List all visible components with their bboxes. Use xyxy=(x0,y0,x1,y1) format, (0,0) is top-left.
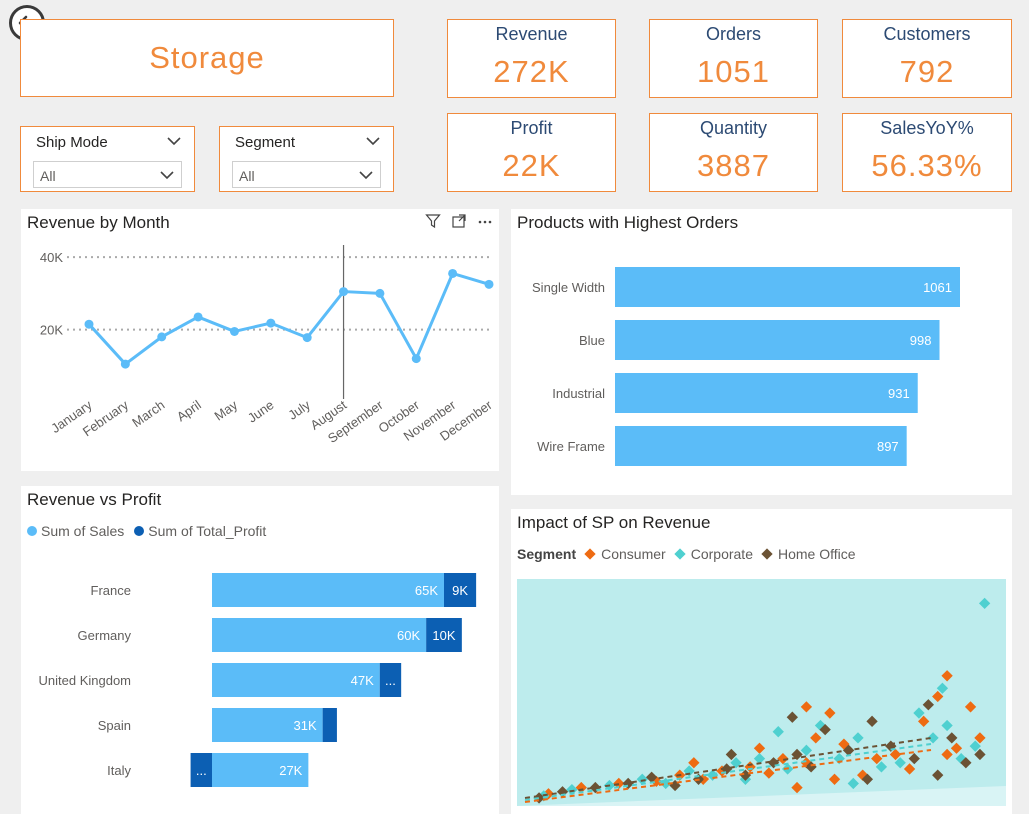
kpi-orders: Orders 1051 xyxy=(649,19,818,98)
ship-mode-dropdown[interactable]: All xyxy=(33,161,182,188)
category-label: Italy xyxy=(107,763,131,778)
y-tick-label: 20K xyxy=(40,323,63,338)
kpi-sales-yoy: SalesYoY% 56.33% xyxy=(842,113,1012,192)
data-point xyxy=(302,333,312,343)
kpi-value: 3887 xyxy=(697,148,770,183)
products-panel[interactable]: Products with Highest Orders Single Widt… xyxy=(511,209,1012,495)
data-point xyxy=(484,279,494,289)
kpi-label: Revenue xyxy=(495,24,568,44)
sales-data-label: 27K xyxy=(279,763,302,778)
kpi-label: SalesYoY% xyxy=(880,118,974,138)
chevron-down-icon xyxy=(160,171,174,180)
x-tick-label: March xyxy=(129,397,167,430)
impact-panel[interactable]: Impact of SP on Revenue Segment Consumer… xyxy=(511,509,1012,814)
revenue-vs-profit-chart[interactable]: France 65K 9K Germany 60K 10K United Kingdom 47… xyxy=(21,486,499,814)
sales-data-label: 60K xyxy=(397,628,420,643)
ship-mode-slicer[interactable]: Ship Mode All xyxy=(20,126,195,192)
revenue-vs-profit-panel[interactable]: Revenue vs Profit Sum of Sales Sum of To… xyxy=(21,486,499,814)
category-label: Spain xyxy=(98,718,131,733)
data-label: 931 xyxy=(888,386,910,401)
category-label: United Kingdom xyxy=(39,673,132,688)
segment-dropdown[interactable]: All xyxy=(232,161,381,188)
segment-slicer[interactable]: Segment All xyxy=(219,126,394,192)
data-point xyxy=(229,326,239,336)
sales-data-label: 65K xyxy=(415,583,438,598)
revenue-line-chart[interactable]: 20K40KJanuaryFebruaryMarch April May June Ju… xyxy=(21,209,499,471)
data-label: 998 xyxy=(910,333,932,348)
kpi-label: Quantity xyxy=(699,118,768,138)
data-point xyxy=(120,359,130,369)
category-label: France xyxy=(91,583,131,598)
ship-mode-value: All xyxy=(40,168,56,184)
x-tick-label: May xyxy=(211,397,240,424)
chevron-down-icon xyxy=(359,171,373,180)
impact-scatter-chart[interactable] xyxy=(511,509,1012,814)
data-point xyxy=(193,312,203,322)
products-bar-chart[interactable]: Single Width 1061 Blue 998 Industrial 931 Wire… xyxy=(511,209,1012,495)
data-point xyxy=(266,318,276,328)
page-title: Storage xyxy=(149,40,265,75)
y-tick-label: 40K xyxy=(40,250,63,265)
ship-mode-label: Ship Mode xyxy=(36,134,108,151)
revenue-series-line xyxy=(87,271,490,366)
kpi-quantity: Quantity 3887 xyxy=(649,113,818,192)
kpi-value: 56.33% xyxy=(871,148,983,183)
sales-data-label: 47K xyxy=(351,673,374,688)
data-point xyxy=(157,332,167,342)
category-label: Wire Frame xyxy=(537,439,605,454)
profit-data-label: ... xyxy=(385,673,396,688)
sales-data-label: 31K xyxy=(294,718,317,733)
kpi-value: 272K xyxy=(493,54,570,89)
kpi-value: 22K xyxy=(502,148,561,183)
x-tick-label: June xyxy=(245,397,277,425)
data-label: 897 xyxy=(877,439,899,454)
data-point xyxy=(339,287,349,297)
sales-bar xyxy=(212,573,444,607)
bar xyxy=(615,426,907,466)
kpi-customers: Customers 792 xyxy=(842,19,1012,98)
data-point xyxy=(448,268,458,278)
kpi-label: Orders xyxy=(705,24,761,44)
bar xyxy=(615,373,918,413)
kpi-profit: Profit 22K xyxy=(447,113,616,192)
bar xyxy=(615,320,940,360)
category-label: Blue xyxy=(579,333,605,348)
revenue-by-month-panel[interactable]: Revenue by Month 20K 40K January February Ma… xyxy=(21,209,499,471)
sales-bar xyxy=(212,618,427,652)
kpi-revenue: Revenue 272K xyxy=(447,19,616,98)
profit-data-label: ... xyxy=(196,763,207,778)
kpi-label: Profit xyxy=(510,118,553,138)
profit-data-label: 9K xyxy=(452,583,468,598)
x-tick-label: April xyxy=(174,397,204,424)
profit-data-label: 10K xyxy=(432,628,455,643)
category-label: Single Width xyxy=(532,280,605,295)
kpi-label: Customers xyxy=(883,24,971,44)
page-title-card: Storage xyxy=(20,19,394,97)
chevron-down-icon[interactable] xyxy=(166,133,182,149)
kpi-value: 792 xyxy=(899,54,955,89)
chevron-down-icon[interactable] xyxy=(365,133,381,149)
segment-label: Segment xyxy=(235,134,296,151)
data-point xyxy=(411,354,421,364)
data-point xyxy=(375,288,385,298)
category-label: Germany xyxy=(78,628,132,643)
data-point xyxy=(84,319,94,329)
data-label: 1061 xyxy=(923,280,952,295)
profit-bar xyxy=(322,708,337,742)
category-label: Industrial xyxy=(552,386,605,401)
segment-value: All xyxy=(239,168,255,184)
kpi-value: 1051 xyxy=(697,54,770,89)
bar xyxy=(615,267,960,307)
